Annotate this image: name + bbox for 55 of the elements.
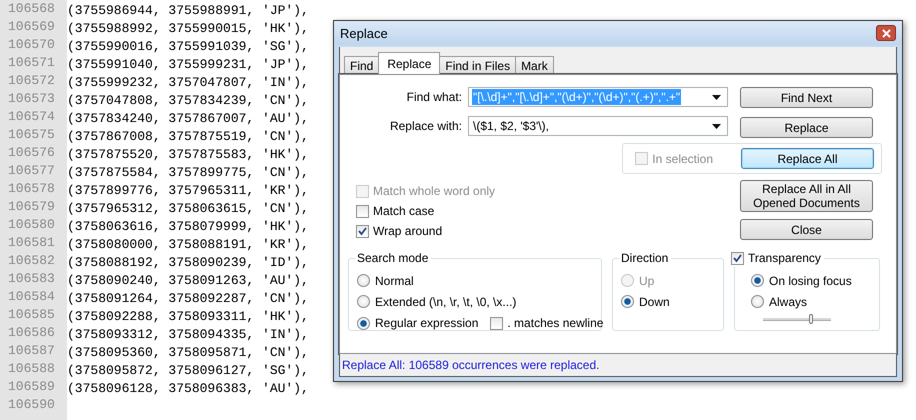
tab[interactable]: Replace [378,52,440,74]
code-line: (3758080000, 3758088191, 'KR'), [67,236,309,252]
code-line: (3757899776, 3757965311, 'KR'), [67,182,309,198]
code-line: (3757047808, 3757834239, 'CN'), [67,92,309,108]
check-icon [732,252,743,264]
close-button[interactable] [876,25,896,41]
close-icon [882,28,890,38]
code-line: (3755991040, 3755999231, 'JP'), [67,56,309,72]
replace-button[interactable]: Replace [740,117,873,138]
code-line: (3758095872, 3758096127, 'SG'), [67,362,309,378]
status-message: Replace All: 106589 occurrences were replaced. [339,354,897,377]
code-line: (3758063616, 3758079999, 'HK'), [67,218,309,234]
code-line: (3758092288, 3758093311, 'HK'), [67,308,309,324]
code-line: (3758090240, 3758091263, 'AU'), [67,272,309,288]
field-label: Replace with: [388,119,462,133]
code-line: (3758091264, 3758092287, 'CN'), [67,290,309,306]
field-label: Find what: [406,90,462,104]
code-line: (3757875520, 3757875583, 'HK'), [67,146,309,162]
replace-all-button[interactable]: Replace All [741,148,874,169]
code-line: (3758095360, 3758095871, 'CN'), [67,344,309,360]
replace-all-documents-button[interactable]: Replace All in All Opened Documents [740,180,873,212]
dropdown-caret-icon [712,94,721,100]
code-line: (3755986944, 3755988991, 'JP'), [67,2,309,18]
code-line: (3758096128, 3758096383, 'AU'), [67,380,309,396]
code-line: (3757834240, 3757867007, 'AU'), [67,110,309,126]
find-next-button[interactable]: Find Next [740,87,873,108]
code-line: (3758088192, 3758090239, 'ID'), [67,254,309,270]
transparency-radio[interactable]: Always [751,293,871,310]
check-icon [357,226,368,236]
group-title: Direction [619,251,672,265]
transparency-slider[interactable] [763,314,831,324]
code-line: (3755988992, 3755990015, 'HK'), [67,20,309,36]
code-line: (3757965312, 3758063615, 'CN'), [67,200,309,216]
option-checkbox[interactable]: Wrap around [356,222,496,240]
option-checkbox[interactable]: Match case [356,202,496,220]
search-mode-radio[interactable]: Extended (\n, \r, \t, \0, \x...) [357,293,516,310]
group-title: Search mode [355,251,432,265]
transparency-radio[interactable]: On losing focus [751,272,871,289]
code-line: (3758093312, 3758094335, 'IN'), [67,326,309,342]
code-line: (3757867008, 3757875519, 'CN'), [67,128,309,144]
window-title: Replace [340,26,388,40]
dropdown-caret-icon [712,124,721,128]
matches-newline-checkbox[interactable]: . matches newline [490,314,604,332]
tab[interactable]: Find [344,56,380,74]
search-mode-radio[interactable]: Normal [357,272,414,289]
code-line: (3757875584, 3757899775, 'CN'), [67,164,309,180]
search-mode-radio[interactable]: Regular expression [357,314,478,332]
combo-field[interactable]: \($1, $2, '$3'\), [468,116,728,136]
transparency-checkbox[interactable]: Transparency [729,249,824,267]
code-line: (3755990016, 3755991039, 'SG'), [67,38,309,54]
direction-radio[interactable]: Down [621,293,715,310]
tab[interactable]: Find in Files [439,56,516,74]
code-line: (3755999232, 3757047807, 'IN'), [67,74,309,90]
close-dialog-button[interactable]: Close [740,219,873,240]
tab[interactable]: Mark [515,56,554,74]
